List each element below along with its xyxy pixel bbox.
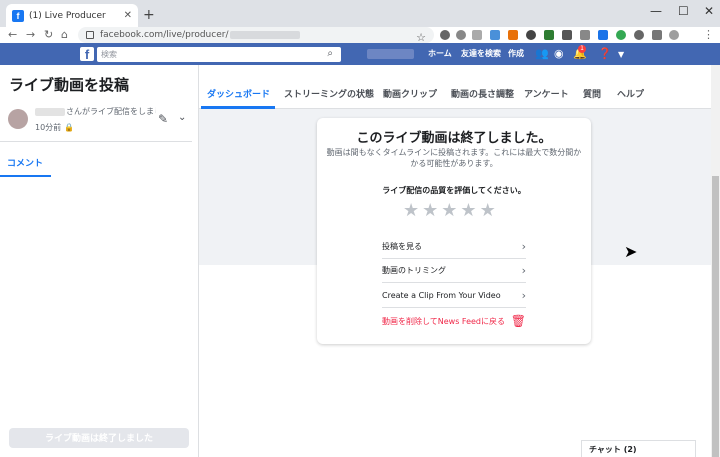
divider (0, 141, 192, 142)
tab-video-clips[interactable]: 動画クリップ (383, 87, 437, 100)
extension-icon[interactable] (544, 30, 554, 40)
create-clip-row[interactable]: Create a Clip From Your Video › (382, 284, 526, 308)
star-icon[interactable]: ★ (441, 201, 457, 221)
profile-avatar-icon[interactable] (669, 30, 679, 40)
tab-polls[interactable]: アンケート (524, 87, 569, 100)
url-redacted (230, 31, 301, 39)
chevron-right-icon: › (521, 264, 526, 277)
extension-icon[interactable] (634, 30, 644, 40)
extension-icon[interactable] (472, 30, 482, 40)
live-ended-button[interactable]: ライブ動画は終了しました (9, 428, 189, 448)
url-text: facebook.com/live/producer/ (100, 30, 229, 40)
browser-tabstrip: f (1) Live Producer ✕ + — ☐ ✕ (0, 0, 720, 27)
messenger-icon[interactable]: ◉ (554, 47, 564, 60)
delete-video-row[interactable]: 動画を削除してNews Feedに戻る 🗑 (382, 309, 526, 333)
notification-badge: 1 (578, 45, 586, 53)
tab-questions[interactable]: 質問 (583, 87, 601, 100)
create-clip-label: Create a Clip From Your Video (382, 291, 501, 300)
maximize-icon[interactable]: ☐ (678, 4, 689, 18)
star-icon[interactable]: ★ (480, 201, 496, 221)
extension-icon[interactable] (490, 30, 500, 40)
browser-tab[interactable]: f (1) Live Producer ✕ (6, 4, 138, 27)
extension-icon[interactable] (526, 30, 536, 40)
extension-icon[interactable] (456, 30, 466, 40)
reload-icon[interactable]: ↻ (44, 28, 53, 41)
facebook-logo-icon[interactable]: f (80, 47, 94, 62)
tab-title: (1) Live Producer (29, 10, 106, 21)
edit-pencil-icon[interactable]: ✎ (158, 112, 168, 126)
card-subtext: 動画は間もなくタイムラインに投稿されます。これには最大で数分間かかる可能性があり… (326, 148, 582, 168)
nav-home[interactable]: ホーム (428, 48, 452, 59)
chevron-right-icon: › (521, 240, 526, 253)
close-window-icon[interactable]: ✕ (704, 4, 714, 18)
post-time: 10分前 (35, 123, 62, 132)
tab-dashboard[interactable]: ダッシュボード (207, 87, 270, 100)
view-post-label: 投稿を見る (382, 242, 422, 251)
chat-label: チャット (2) (589, 445, 637, 454)
tab-streaming-status[interactable]: ストリーミングの状態 (284, 87, 374, 100)
star-icon[interactable]: ★ (422, 201, 438, 221)
star-icon[interactable]: ★ (403, 201, 419, 221)
extension-icon[interactable] (440, 30, 450, 40)
star-icon[interactable]: ★ (460, 201, 476, 221)
chevron-right-icon: › (521, 289, 526, 302)
extension-icon[interactable] (580, 30, 590, 40)
home-icon[interactable]: ⌂ (61, 28, 68, 41)
avatar[interactable] (8, 109, 28, 129)
extension-icon[interactable] (562, 30, 572, 40)
puzzle-extensions-icon[interactable] (652, 30, 662, 40)
delete-video-label: 動画を削除してNews Feedに戻る (382, 316, 506, 326)
extension-icon[interactable] (598, 30, 608, 40)
extension-icon[interactable] (508, 30, 518, 40)
address-bar[interactable]: facebook.com/live/producer/ ☆ (78, 27, 434, 44)
extension-icon[interactable] (616, 30, 626, 40)
forward-icon[interactable]: → (26, 28, 35, 41)
trim-video-row[interactable]: 動画のトリミング › (382, 259, 526, 283)
lock-icon (86, 31, 94, 39)
sidebar: ライブ動画を投稿 さんがライブ配信をしました 10分前 🔒 ✎ ⌄ コメント ラ… (0, 65, 199, 457)
account-dropdown-icon[interactable]: ▼ (618, 50, 624, 59)
trash-icon[interactable]: 🗑 (511, 314, 526, 328)
star-rating: ★ ★ ★ ★ ★ (403, 201, 496, 221)
back-icon[interactable]: ← (8, 28, 17, 41)
nav-create[interactable]: 作成 (508, 48, 524, 59)
rating-prompt: ライブ配信の品質を評価してください。 (382, 186, 526, 195)
friend-requests-icon[interactable]: 👥 (535, 47, 549, 60)
new-tab-button[interactable]: + (143, 7, 155, 23)
menu-kebab-icon[interactable]: ⋮ (703, 28, 714, 41)
live-ended-card: このライブ動画は終了しました。 動画は間もなくタイムラインに投稿されます。これに… (317, 118, 591, 344)
active-tab-indicator (0, 175, 51, 177)
search-input[interactable]: 検索 ⌕ (97, 47, 341, 62)
chat-bar[interactable]: チャット (2) (581, 440, 696, 457)
page-title: ライブ動画を投稿 (9, 76, 130, 94)
post-action-text: さんがライブ配信をしました (66, 107, 156, 116)
help-icon[interactable]: ❓ (598, 47, 612, 60)
minimize-icon[interactable]: — (650, 4, 662, 18)
close-tab-icon[interactable]: ✕ (124, 10, 132, 21)
chevron-down-icon[interactable]: ⌄ (178, 112, 186, 123)
trim-video-label: 動画のトリミング (382, 266, 446, 275)
profile-name-redacted[interactable] (367, 49, 414, 59)
privacy-lock-icon: 🔒 (64, 123, 74, 132)
mouse-cursor-icon: ➤ (624, 242, 638, 261)
tab-comments[interactable]: コメント (7, 156, 43, 169)
poster-name-redacted (35, 108, 65, 116)
search-placeholder: 検索 (101, 50, 117, 59)
scrollbar-thumb[interactable] (712, 176, 719, 457)
producer-tabs: ダッシュボード ストリーミングの状態 動画クリップ 動画の長さ調整 アンケート … (199, 65, 711, 109)
search-icon[interactable]: ⌕ (327, 48, 333, 59)
view-post-row[interactable]: 投稿を見る › (382, 235, 526, 259)
browser-toolbar: ← → ↻ ⌂ facebook.com/live/producer/ ☆ ⋮ (0, 27, 720, 44)
tab-trim-length[interactable]: 動画の長さ調整 (451, 87, 514, 100)
facebook-header: f 検索 ⌕ ホーム 友達を検索 作成 👥 ◉ 🔔 1 ❓ ▼ (0, 43, 720, 65)
facebook-favicon-icon: f (12, 9, 24, 22)
card-heading: このライブ動画は終了しました。 (356, 131, 552, 146)
nav-find-friends[interactable]: 友達を検索 (461, 48, 501, 59)
tab-help[interactable]: ヘルプ (617, 87, 644, 100)
